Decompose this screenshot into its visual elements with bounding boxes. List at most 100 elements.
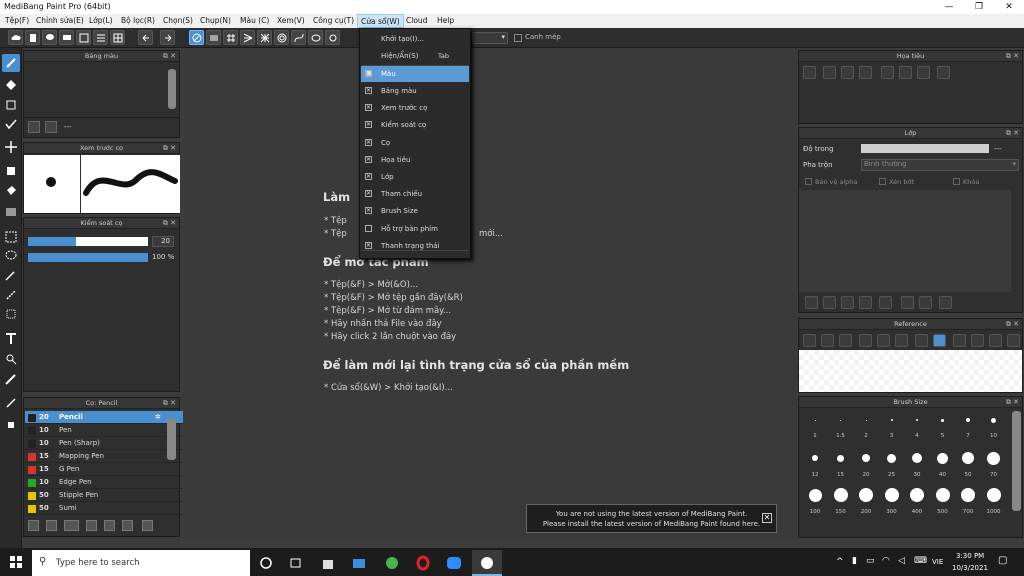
hand-tool-icon[interactable]: [2, 414, 20, 432]
rotate-left-icon[interactable]: [881, 66, 894, 79]
windows-start-icon[interactable]: [10, 556, 22, 568]
tray-network-icon[interactable]: ◠: [882, 556, 890, 566]
menu-item[interactable]: ✕ Họa tiêu: [361, 152, 469, 168]
menu-item[interactable]: ✕ Bảng màu: [361, 83, 469, 99]
lock-checkbox[interactable]: [953, 178, 960, 185]
fit-icon[interactable]: [841, 66, 854, 79]
menu-color[interactable]: Màu (C): [240, 16, 269, 25]
menu-layer[interactable]: Lớp(L): [89, 16, 113, 25]
comment-icon[interactable]: [59, 30, 74, 45]
layer-menu-icon[interactable]: [859, 296, 872, 309]
menu-item[interactable]: ■ Màu: [361, 66, 469, 82]
fill-rect-tool-icon[interactable]: [2, 162, 20, 180]
zoom-in-icon[interactable]: [823, 66, 836, 79]
menu-item[interactable]: ✕ Lớp: [361, 169, 469, 185]
menu-item[interactable]: Khởi tạo(I)...: [361, 31, 469, 47]
menu-item[interactable]: ✕ Thanh trạng thái: [361, 238, 469, 254]
menu-capture[interactable]: Chụp(N): [200, 16, 231, 25]
menu-item[interactable]: ✕ Cọ: [361, 135, 469, 151]
lasso-tool-icon[interactable]: [2, 247, 20, 265]
brush-size-option[interactable]: 30: [905, 450, 929, 478]
reference-fit-icon[interactable]: [877, 334, 890, 347]
maximize-button[interactable]: ❐: [964, 0, 994, 14]
scrollbar[interactable]: [168, 69, 176, 109]
reference-rotate-right-icon[interactable]: [989, 334, 1002, 347]
delete-palette-icon[interactable]: [45, 121, 57, 133]
copy-icon[interactable]: [937, 66, 950, 79]
eyedropper-tool-icon[interactable]: [2, 370, 20, 388]
text-tool-icon[interactable]: [2, 330, 20, 348]
new-layer-halftone-icon[interactable]: [841, 296, 854, 309]
menu-item[interactable]: ✕ Brush Size: [361, 203, 469, 219]
taskbar-search[interactable]: ⚲ Type here to search: [32, 550, 250, 576]
menu-item[interactable]: Hỗ trợ bàn phím: [361, 221, 469, 237]
reference-open-icon[interactable]: [821, 334, 834, 347]
brush-size-option[interactable]: 300: [880, 487, 904, 515]
gradient-tool-icon[interactable]: [2, 203, 20, 221]
brush-list-item[interactable]: 20 Pencil ✲: [25, 411, 188, 424]
panel-icon[interactable]: [76, 30, 91, 45]
brush-size-option[interactable]: 40: [931, 450, 955, 478]
brush-size-option[interactable]: 12: [803, 450, 827, 478]
new-file-icon[interactable]: [25, 30, 40, 45]
brush-size-option[interactable]: 25: [880, 450, 904, 478]
tray-language[interactable]: VIE: [932, 558, 943, 566]
size-slider[interactable]: [28, 237, 148, 246]
radial-snap-icon[interactable]: [240, 30, 255, 45]
canvas-area[interactable]: Làm * Tệp * Tệp mới... Để mở tác phẩm * …: [183, 48, 797, 538]
bucket-tool-icon[interactable]: [2, 182, 20, 200]
folder-icon[interactable]: [46, 520, 57, 531]
menu-edit[interactable]: Chỉnh sửa(E): [36, 16, 84, 25]
brush-scrollbar[interactable]: [167, 418, 176, 460]
brush-tool-icon[interactable]: [2, 54, 20, 72]
new-layer-icon[interactable]: [805, 296, 818, 309]
tray-chevron-icon[interactable]: ^: [836, 557, 844, 567]
zoom-app-icon[interactable]: [446, 555, 462, 571]
brush-size-option[interactable]: 150: [829, 487, 853, 515]
brush-list-item[interactable]: 15 G Pen: [25, 463, 188, 476]
operation-tool-icon[interactable]: [2, 350, 20, 368]
move-tool-icon[interactable]: [2, 138, 20, 156]
opacity-slider[interactable]: [28, 253, 148, 262]
brush-size-option[interactable]: 4: [905, 413, 929, 439]
paste-brush-icon[interactable]: [104, 520, 115, 531]
brush-size-option[interactable]: 20: [854, 450, 878, 478]
undo-icon[interactable]: [138, 30, 153, 45]
brush-size-option[interactable]: 1.5: [829, 413, 853, 439]
close-button[interactable]: ✕: [994, 0, 1024, 14]
select-eraser-tool-icon[interactable]: [2, 305, 20, 323]
blend-select[interactable]: Bình thường ▾: [861, 159, 1019, 171]
mail-icon[interactable]: [351, 555, 367, 571]
menu-file[interactable]: Tệp(F): [5, 16, 29, 25]
ellipse-snap-icon[interactable]: [308, 30, 323, 45]
cross-snap-icon[interactable]: [223, 30, 238, 45]
brush-size-option[interactable]: 15: [829, 450, 853, 478]
brush-list-item[interactable]: 10 Pen (Sharp): [25, 437, 188, 450]
cortana-icon[interactable]: [258, 555, 274, 571]
zoom-out-icon[interactable]: [859, 66, 872, 79]
magic-wand-tool-icon[interactable]: [2, 266, 20, 284]
layer-list[interactable]: [799, 190, 1011, 292]
no-snap-icon[interactable]: [189, 30, 204, 45]
update-notice[interactable]: You are not using the latest version of …: [526, 504, 777, 533]
parallel-snap-icon[interactable]: [206, 30, 221, 45]
alpha-protect-checkbox[interactable]: [805, 178, 812, 185]
reference-hand-icon[interactable]: [933, 334, 946, 347]
reference-flip-icon[interactable]: [971, 334, 984, 347]
brush-size-option[interactable]: 2: [854, 413, 878, 439]
size-value[interactable]: 20: [152, 236, 174, 247]
clock-time[interactable]: 3:30 PM: [956, 552, 984, 560]
menu-item[interactable]: ✕ Kiểm soát cọ: [361, 117, 469, 133]
brush-size-option[interactable]: 10: [982, 413, 1006, 439]
menu-help[interactable]: Help: [437, 16, 454, 25]
panel-controls-icon[interactable]: ⧉ ✕: [163, 51, 176, 62]
menu-tools[interactable]: Công cụ(T): [313, 16, 354, 25]
reference-close-icon[interactable]: [839, 334, 852, 347]
brush-size-option[interactable]: 1000: [982, 487, 1006, 515]
layer-opacity-slider[interactable]: [861, 144, 989, 153]
add-brush-icon[interactable]: [28, 520, 39, 531]
tray-battery-icon[interactable]: ▭: [866, 556, 875, 566]
medibang-taskbar-item[interactable]: [472, 550, 502, 576]
zoom-icon[interactable]: [803, 66, 816, 79]
brush-size-option[interactable]: 100: [803, 487, 827, 515]
